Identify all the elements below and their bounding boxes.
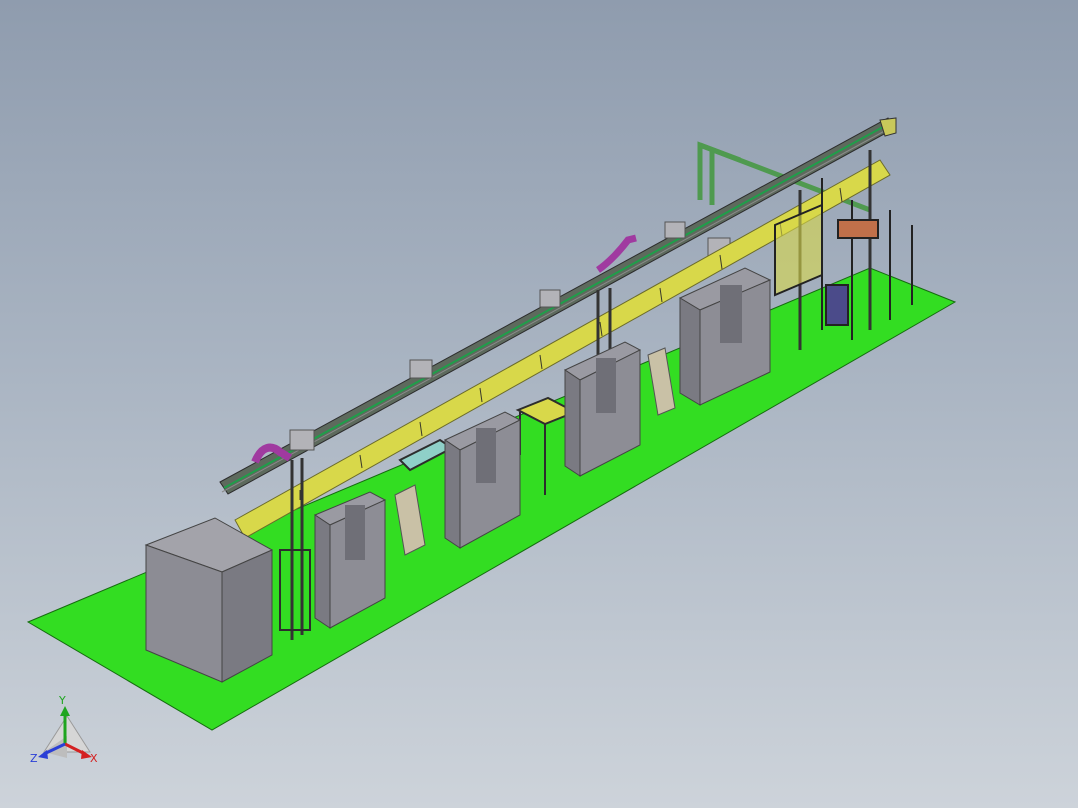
graphics-viewport[interactable]: Y X Z — [0, 0, 1078, 808]
x-axis-label: X — [90, 752, 98, 765]
z-axis-label: Z — [30, 752, 38, 765]
3d-assembly-model[interactable] — [0, 0, 1078, 808]
y-axis-label: Y — [58, 694, 66, 707]
orientation-triad: Y X Z — [30, 694, 98, 765]
control-cabinet[interactable] — [144, 517, 274, 683]
